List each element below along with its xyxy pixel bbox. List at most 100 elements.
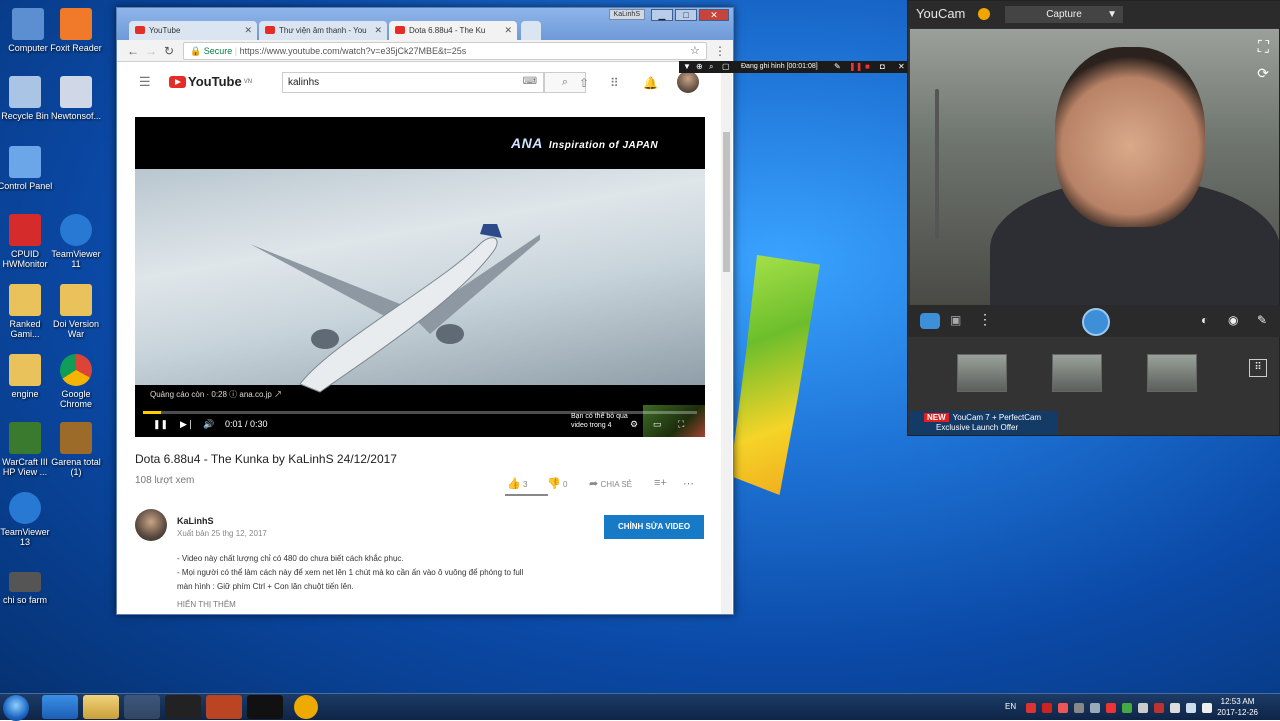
keyboard-icon[interactable]: ⌨ [523, 76, 537, 87]
close-icon[interactable]: ✕ [898, 61, 905, 73]
tray-icon[interactable] [1138, 703, 1148, 713]
close-tab-icon[interactable]: ✕ [244, 25, 252, 36]
video-player[interactable]: ANA Inspiration of JAPAN Bạn có thể bỏ qu… [135, 117, 705, 437]
fullscreen-icon[interactable]: ⛶ [1258, 39, 1269, 57]
region-icon[interactable]: ▢ [722, 61, 730, 73]
tray-icon[interactable] [1170, 703, 1180, 713]
dislike-button[interactable]: 👎 0 [547, 477, 567, 490]
tray-icon[interactable] [1074, 703, 1084, 713]
network-icon[interactable] [1186, 703, 1196, 713]
start-button[interactable] [3, 695, 29, 721]
minimize-button[interactable]: ▁ [651, 9, 673, 21]
eye-icon[interactable]: ◉ [1228, 313, 1238, 327]
gallery-grid-icon[interactable]: ⠿ [1249, 359, 1267, 377]
tray-icon[interactable] [1026, 703, 1036, 713]
face-tracking-icon[interactable]: ◐ [1201, 313, 1208, 327]
taskbar-ie-icon[interactable] [42, 695, 78, 719]
volume-icon[interactable]: 🔊 [203, 419, 214, 430]
photo-mode-icon[interactable] [920, 313, 940, 329]
taskbar-chrome-icon[interactable] [124, 695, 160, 719]
close-tab-icon[interactable]: ✕ [504, 25, 512, 36]
new-tab-button[interactable] [521, 21, 541, 40]
mode-dropdown[interactable]: Capture ▼ [1005, 6, 1123, 23]
tab-audio-library[interactable]: Thư viện âm thanh - You ✕ [259, 21, 387, 40]
zoom-icon[interactable]: ⌕ [709, 61, 713, 73]
desktop-icon-doi-version[interactable]: Doi Version War [48, 284, 104, 339]
desktop-icon-hwmonitor[interactable]: CPUID HWMonitor [0, 214, 53, 269]
video-mode-icon[interactable]: ▣ [950, 313, 961, 327]
tray-icon[interactable] [1042, 703, 1052, 713]
taskbar-app-icon[interactable] [165, 695, 201, 719]
back-icon[interactable]: ← [127, 44, 139, 58]
close-tab-icon[interactable]: ✕ [374, 25, 382, 36]
desktop-icon-control-panel[interactable]: Control Panel [0, 146, 53, 191]
desktop-icon-teamviewer11[interactable]: TeamViewer 11 [48, 214, 104, 269]
bookmark-star-icon[interactable]: ☆ [690, 44, 700, 57]
show-more-link[interactable]: HIỂN THỊ THÊM [177, 600, 236, 609]
more-menu-icon[interactable]: ⋮ [978, 311, 992, 328]
tab-dota-video[interactable]: Dota 6.88u4 - The Ku ✕ [389, 21, 517, 40]
theater-mode-icon[interactable]: ▭ [653, 419, 662, 430]
reload-icon[interactable]: ↻ [164, 44, 174, 58]
taskbar-youcam-icon[interactable] [294, 695, 318, 719]
tray-icon[interactable] [1122, 703, 1132, 713]
snapshot-thumbnail[interactable] [1052, 354, 1102, 392]
account-avatar[interactable] [677, 71, 699, 93]
tray-icon[interactable] [1090, 703, 1100, 713]
apps-grid-icon[interactable]: ⠿ [610, 76, 619, 90]
desktop-icon-ranked-gaming[interactable]: Ranked Gami... [0, 284, 53, 339]
next-icon[interactable]: ▶❘ [180, 419, 194, 430]
desktop-icon-engine[interactable]: engine [0, 354, 53, 399]
pen-icon[interactable]: ✎ [834, 61, 841, 73]
address-bar[interactable]: 🔒 Secure | https://www.youtube.com/watch… [183, 42, 707, 60]
tab-youtube[interactable]: YouTube ✕ [129, 21, 257, 40]
camera-switch-icon[interactable]: ⟳ [1257, 65, 1269, 82]
system-clock[interactable]: 12:53 AM 2017-12-26 [1217, 696, 1258, 718]
fullscreen-icon[interactable]: ⛶ [678, 419, 684, 430]
desktop-icon-chi-so-farm[interactable]: chi so farm [0, 572, 53, 605]
promo-banner[interactable]: NEW YouCam 7 + PerfectCam Exclusive Launc… [910, 411, 1058, 435]
like-button[interactable]: 👍 3 [507, 477, 527, 490]
desktop-icon-recycle-bin[interactable]: Recycle Bin [0, 76, 53, 121]
profile-badge[interactable]: KaLinhS [608, 9, 645, 20]
pause-icon[interactable]: ❚❚ [153, 419, 168, 430]
settings-gear-icon[interactable]: ⚙ [630, 419, 638, 430]
brush-icon[interactable]: ✎ [1257, 313, 1267, 327]
upload-icon[interactable]: ⇧ [579, 76, 589, 90]
taskbar-explorer-icon[interactable] [83, 695, 119, 719]
desktop-icon-newtonsoft[interactable]: Newtonsof... [48, 76, 104, 121]
tray-icon[interactable] [1154, 703, 1164, 713]
share-button[interactable]: ➦ CHIA SẺ [589, 477, 632, 490]
desktop-icon-teamviewer13[interactable]: TeamViewer 13 [0, 492, 53, 547]
tray-icon[interactable] [1058, 703, 1068, 713]
hamburger-menu-icon[interactable]: ☰ [139, 74, 151, 90]
more-options-icon[interactable]: ⋯ [683, 477, 694, 490]
page-scrollbar[interactable] [721, 62, 732, 614]
close-window-button[interactable]: ✕ [699, 9, 729, 21]
search-input[interactable]: kalinhs ⌨ [282, 72, 544, 93]
shutter-button[interactable] [1082, 308, 1110, 336]
language-indicator[interactable]: EN [1005, 702, 1016, 711]
ad-info[interactable]: Quảng cáo còn · 0:28 ⓘ ana.co.jp ↗ [150, 389, 282, 400]
maximize-button[interactable]: □ [675, 9, 697, 21]
add-to-playlist-icon[interactable]: ≡+ [654, 477, 667, 489]
desktop-icon-garena[interactable]: Garena total (1) [48, 422, 104, 477]
channel-avatar[interactable] [135, 509, 167, 541]
stop-record-icon[interactable]: ■ [865, 61, 870, 73]
progress-bar[interactable] [143, 411, 697, 414]
snapshot-thumbnail[interactable] [1147, 354, 1197, 392]
desktop-icon-chrome[interactable]: Google Chrome [48, 354, 104, 409]
pin-icon[interactable]: ⊕ [696, 61, 703, 73]
scrollbar-thumb[interactable] [723, 132, 730, 272]
taskbar-app-icon[interactable] [206, 695, 242, 719]
volume-tray-icon[interactable] [1202, 703, 1212, 713]
channel-name[interactable]: KaLinhS [177, 516, 214, 526]
snapshot-thumbnail[interactable] [957, 354, 1007, 392]
taskbar-recorder-icon[interactable] [247, 695, 283, 719]
dropdown-icon[interactable]: ▼ [683, 61, 691, 73]
desktop-icon-foxit[interactable]: Foxit Reader [48, 8, 104, 53]
pause-record-icon[interactable]: ❚❚ [849, 61, 862, 73]
edit-video-button[interactable]: CHỈNH SỬA VIDEO [604, 515, 704, 539]
forward-icon[interactable]: → [145, 44, 157, 58]
zoom-slider[interactable] [935, 89, 939, 239]
